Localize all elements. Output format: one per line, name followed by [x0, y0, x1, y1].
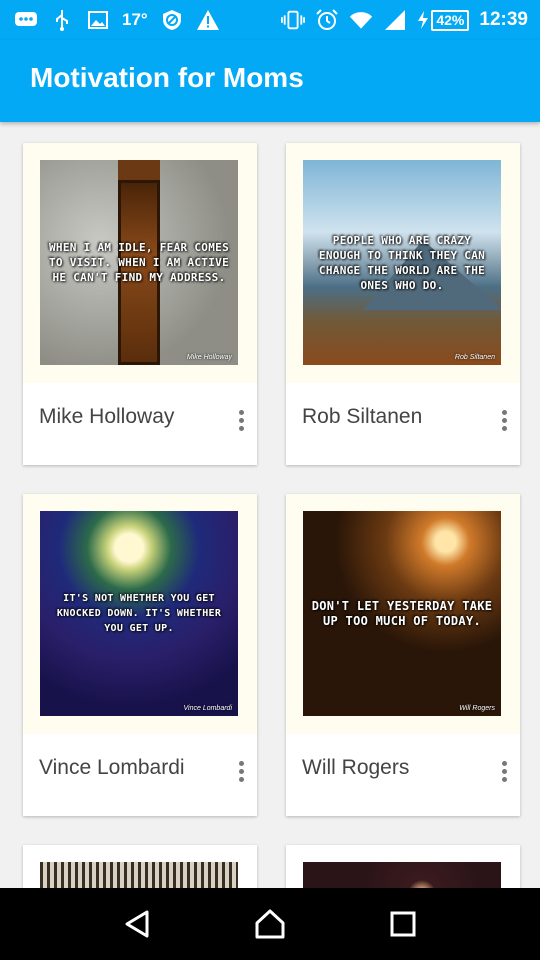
- warning-icon: [196, 8, 220, 32]
- charging-icon: [418, 11, 429, 29]
- quote-credit: Mike Holloway: [186, 354, 232, 361]
- card-image-area: Don't let yesterday take up too much of …: [286, 494, 520, 734]
- author-name: Rob Siltanen: [302, 405, 423, 428]
- messaging-icon: [14, 8, 38, 32]
- quote-card[interactable]: When I am idle, fear comes to visit. Whe…: [23, 143, 257, 465]
- signal-icon: [383, 8, 407, 32]
- wifi-icon: [349, 8, 373, 32]
- quote-image[interactable]: Don't let yesterday take up too much of …: [303, 511, 501, 716]
- blocked-icon: [160, 8, 184, 32]
- image-icon: [86, 8, 110, 32]
- app-title: Motivation for Moms: [30, 62, 304, 93]
- card-image-area: It's not whether you get knocked down. I…: [23, 494, 257, 734]
- recent-apps-icon[interactable]: [383, 904, 423, 944]
- app-bar: Motivation for Moms: [0, 40, 540, 122]
- status-bar: 17° 42% 12:39: [0, 0, 540, 40]
- quote-image[interactable]: People who are crazy enough to think the…: [303, 160, 501, 365]
- back-icon[interactable]: [117, 904, 157, 944]
- card-image-area: People who are crazy enough to think the…: [286, 143, 520, 383]
- author-name: Will Rogers: [302, 756, 410, 779]
- quote-text: People who are crazy enough to think the…: [318, 233, 486, 292]
- battery-indicator: 42%: [417, 9, 470, 31]
- quote-card[interactable]: It's not whether you get knocked down. I…: [23, 494, 257, 816]
- quote-text: When I am idle, fear comes to visit. Whe…: [49, 241, 229, 284]
- quote-card[interactable]: Don't let yesterday take up too much of …: [286, 494, 520, 816]
- overflow-menu-icon[interactable]: [231, 405, 251, 435]
- quote-image[interactable]: It's not whether you get knocked down. I…: [40, 511, 238, 716]
- usb-icon: [50, 8, 74, 32]
- quote-credit: Rob Siltanen: [454, 354, 495, 361]
- author-name: Mike Holloway: [39, 405, 175, 428]
- clock: 12:39: [479, 9, 528, 30]
- quote-text: It's not whether you get knocked down. I…: [56, 593, 222, 634]
- home-icon[interactable]: [250, 904, 290, 944]
- quote-card[interactable]: People who are crazy enough to think the…: [286, 143, 520, 465]
- alarm-icon: [315, 8, 339, 32]
- quote-credit: Vince Lombardi: [183, 705, 232, 712]
- author-name: Vince Lombardi: [39, 756, 185, 779]
- vibrate-icon: [281, 8, 306, 32]
- card-image-area: When I am idle, fear comes to visit. Whe…: [23, 143, 257, 383]
- quote-credit: Will Rogers: [459, 705, 495, 712]
- temperature-text: 17°: [122, 10, 148, 29]
- overflow-menu-icon[interactable]: [231, 756, 251, 786]
- navigation-bar: [0, 888, 540, 960]
- overflow-menu-icon[interactable]: [494, 405, 514, 435]
- battery-percent: 42%: [431, 9, 470, 31]
- quote-image[interactable]: When I am idle, fear comes to visit. Whe…: [40, 160, 238, 365]
- overflow-menu-icon[interactable]: [494, 756, 514, 786]
- quote-text: Don't let yesterday take up too much of …: [311, 598, 493, 628]
